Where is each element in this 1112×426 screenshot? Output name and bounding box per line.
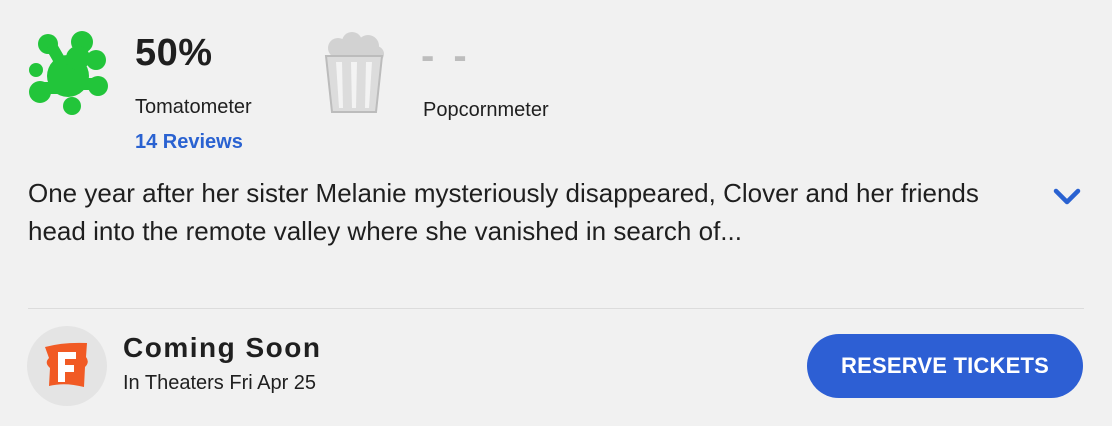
reserve-tickets-button[interactable]: RESERVE TICKETS [807,334,1083,398]
popcornmeter-label: Popcornmeter [423,99,549,121]
reviews-count-link[interactable]: 14 Reviews [135,131,243,154]
movie-score-card: 50% Tomatometer 14 Reviews - - Popcornme… [0,0,1112,426]
fandango-logo [27,326,107,406]
tomatometer-label: Tomatometer [135,96,252,118]
section-divider [28,308,1084,309]
expand-synopsis-button[interactable] [1048,181,1086,211]
release-status: Coming Soon [123,332,322,363]
rotten-splat-icon [24,30,108,116]
popcornmeter-score: - - [421,34,471,78]
movie-synopsis: One year after her sister Melanie myster… [28,178,979,246]
tomatometer-score: 50% [135,32,213,74]
release-date: In Theaters Fri Apr 25 [123,372,317,394]
chevron-down-icon [1048,188,1086,214]
empty-popcorn-bucket-icon [322,32,386,114]
